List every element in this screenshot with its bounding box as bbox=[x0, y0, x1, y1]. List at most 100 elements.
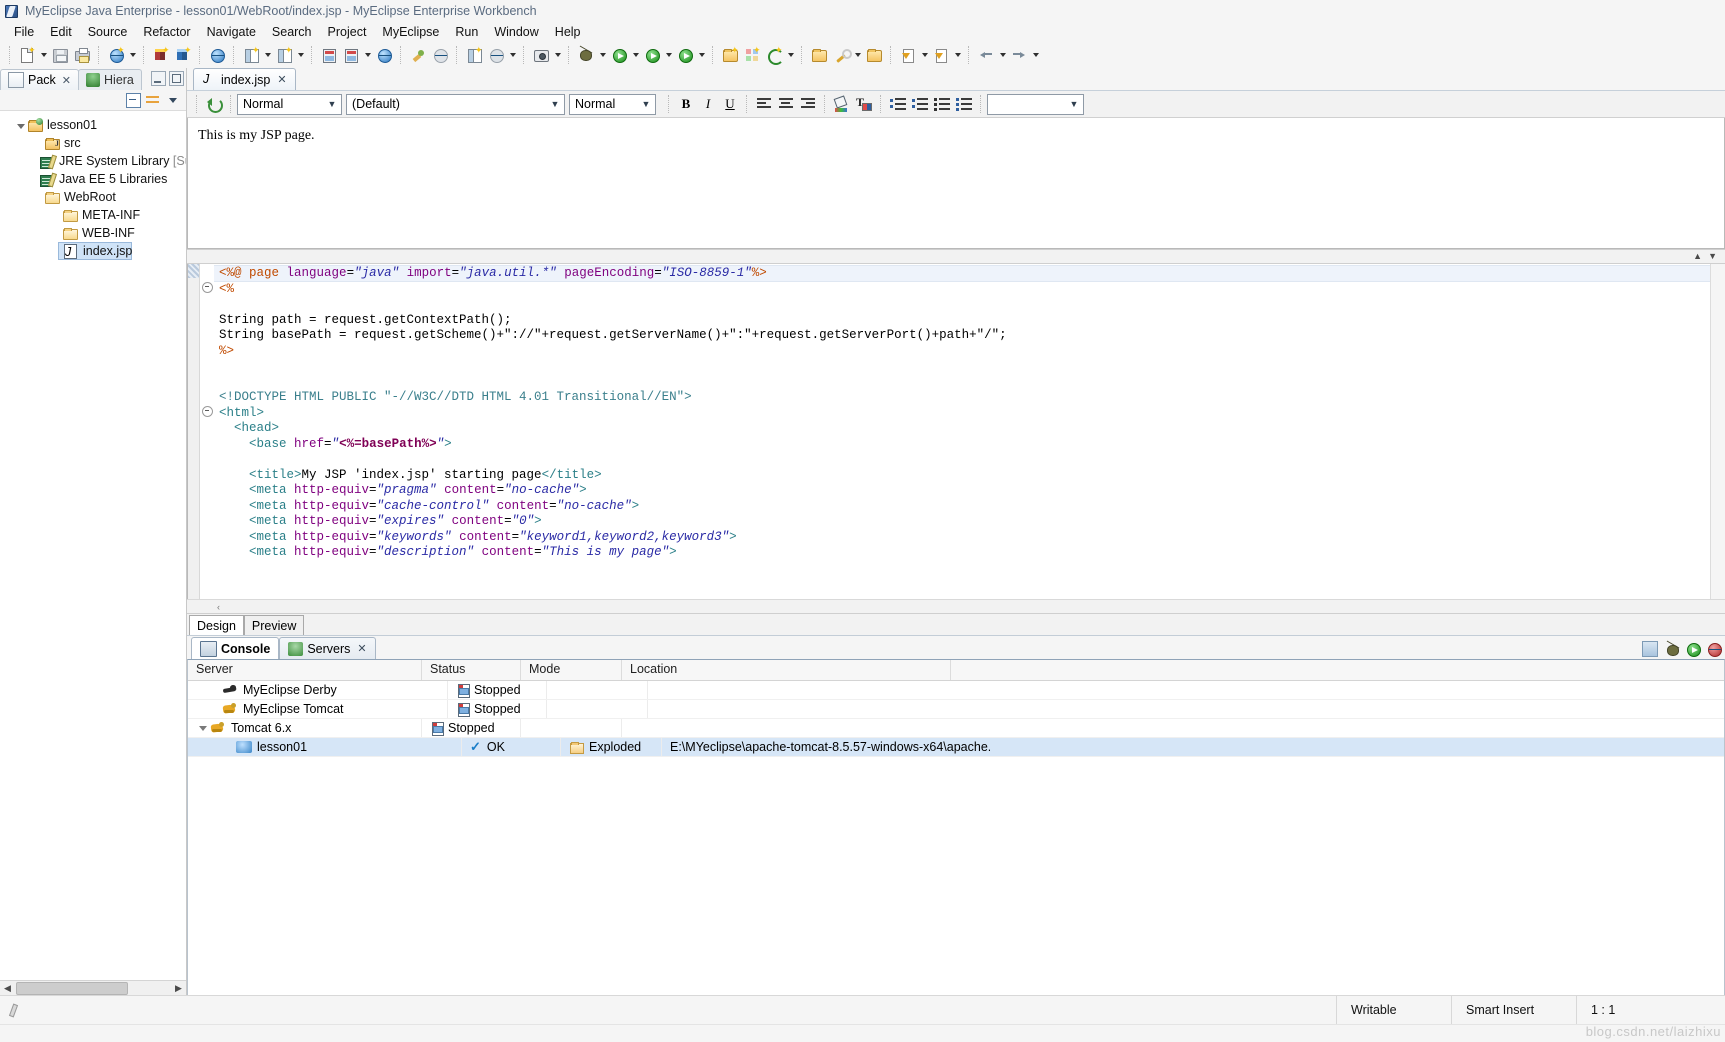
new-google-dropdown[interactable] bbox=[785, 44, 796, 66]
view-menu-button[interactable] bbox=[164, 92, 182, 109]
tab-hierarchy[interactable]: Hiera bbox=[78, 69, 142, 90]
menu-project[interactable]: Project bbox=[320, 24, 375, 40]
start-server-icon[interactable] bbox=[1686, 642, 1701, 657]
editor-splitter[interactable]: ▲ ▼ bbox=[187, 249, 1725, 264]
menu-search[interactable]: Search bbox=[264, 24, 320, 40]
column-header-server[interactable]: Server bbox=[188, 660, 422, 680]
source-horizontal-scrollbar[interactable]: ‹ bbox=[187, 599, 1725, 613]
open-type-button[interactable] bbox=[808, 44, 830, 66]
new-folder-button[interactable]: ✦ bbox=[719, 44, 741, 66]
tree-item-jre-system-library[interactable]: JRE System Library [Su bbox=[0, 152, 186, 170]
italic-button[interactable]: I bbox=[697, 94, 719, 114]
validate-button[interactable] bbox=[407, 44, 429, 66]
save-button[interactable] bbox=[49, 44, 71, 66]
bold-button[interactable]: B bbox=[675, 94, 697, 114]
snapshot-dropdown[interactable] bbox=[507, 44, 518, 66]
column-header-status[interactable]: Status bbox=[422, 660, 521, 680]
source-editor[interactable]: <%@ page language="java" import="java.ut… bbox=[187, 264, 1725, 599]
fold-toggle-icon[interactable] bbox=[202, 282, 213, 293]
column-header-location[interactable]: Location bbox=[622, 660, 951, 680]
tree-item-index-jsp[interactable]: J index.jsp bbox=[58, 242, 132, 260]
tab-console[interactable]: Console bbox=[191, 637, 280, 659]
align-left-button[interactable] bbox=[753, 94, 775, 114]
new-wizard-dropdown[interactable] bbox=[38, 44, 49, 66]
new-java-project-dropdown[interactable] bbox=[262, 44, 273, 66]
previous-annotation-button[interactable] bbox=[930, 44, 952, 66]
new-google-button[interactable]: ✦ bbox=[763, 44, 785, 66]
project-tree[interactable]: lesson01 J src JRE System Library [Su Ja… bbox=[0, 111, 186, 980]
font-family-combo[interactable]: (Default) ▼ bbox=[346, 93, 565, 115]
snapshot-button[interactable] bbox=[485, 44, 507, 66]
source-vertical-scrollbar[interactable] bbox=[1710, 264, 1725, 599]
screenshot-button[interactable] bbox=[530, 44, 552, 66]
new-web-project-button[interactable]: ✦ bbox=[273, 44, 295, 66]
menu-myeclipse[interactable]: MyEclipse bbox=[374, 24, 447, 40]
link-with-editor-button[interactable] bbox=[144, 92, 162, 109]
align-center-button[interactable] bbox=[775, 94, 797, 114]
scroll-thumb[interactable] bbox=[16, 982, 128, 995]
fold-toggle-icon[interactable] bbox=[202, 406, 213, 417]
back-dropdown[interactable] bbox=[997, 44, 1008, 66]
search-tool-dropdown[interactable] bbox=[852, 44, 863, 66]
extra-combo[interactable]: ▼ bbox=[987, 93, 1084, 115]
menu-edit[interactable]: Edit bbox=[42, 24, 80, 40]
menu-refactor[interactable]: Refactor bbox=[135, 24, 198, 40]
design-canvas[interactable]: This is my JSP page. bbox=[187, 118, 1725, 249]
server-deploy-button[interactable] bbox=[318, 44, 340, 66]
font-size-combo[interactable]: Normal ▼ bbox=[569, 93, 656, 115]
servers-table[interactable]: Server Status Mode Location MyEclipse De… bbox=[187, 659, 1725, 996]
table-row[interactable]: MyEclipse Derby Stopped bbox=[188, 681, 1724, 700]
forward-button[interactable] bbox=[1008, 44, 1030, 66]
indent-button[interactable] bbox=[909, 94, 931, 114]
previous-annotation-dropdown[interactable] bbox=[952, 44, 963, 66]
close-icon[interactable]: ✕ bbox=[62, 74, 71, 87]
tab-package-explorer[interactable]: Pack ✕ bbox=[0, 69, 80, 90]
deploy-dropdown[interactable] bbox=[127, 44, 138, 66]
column-header-mode[interactable]: Mode bbox=[521, 660, 622, 680]
tab-design[interactable]: Design bbox=[189, 615, 244, 635]
stop-server-icon[interactable] bbox=[1707, 642, 1722, 657]
screenshot-dropdown[interactable] bbox=[552, 44, 563, 66]
server-run-button[interactable] bbox=[340, 44, 362, 66]
open-browser-button[interactable] bbox=[373, 44, 395, 66]
new-web-project-dropdown[interactable] bbox=[295, 44, 306, 66]
menu-file[interactable]: File bbox=[6, 24, 42, 40]
ordered-list-button[interactable] bbox=[931, 94, 953, 114]
collapse-up-icon[interactable]: ▲ bbox=[1693, 251, 1702, 261]
menu-run[interactable]: Run bbox=[447, 24, 486, 40]
close-icon[interactable]: ✕ bbox=[277, 73, 286, 86]
expand-twisty-icon[interactable] bbox=[14, 119, 27, 132]
tree-item-src[interactable]: J src bbox=[0, 134, 186, 152]
editor-marker-bar[interactable] bbox=[188, 264, 200, 599]
tab-servers[interactable]: Servers ✕ bbox=[279, 637, 376, 659]
debug-button[interactable] bbox=[575, 44, 597, 66]
maximize-view-button[interactable] bbox=[169, 71, 184, 86]
refresh-project-button[interactable] bbox=[429, 44, 451, 66]
menu-window[interactable]: Window bbox=[486, 24, 546, 40]
run-configurations-button[interactable] bbox=[641, 44, 663, 66]
text-color-button[interactable] bbox=[853, 94, 875, 114]
menu-source[interactable]: Source bbox=[80, 24, 136, 40]
tab-preview[interactable]: Preview bbox=[243, 615, 305, 635]
minimize-view-button[interactable] bbox=[151, 71, 166, 86]
tree-item-java-ee-5-libraries[interactable]: Java EE 5 Libraries bbox=[0, 170, 186, 188]
run-button[interactable] bbox=[608, 44, 630, 66]
search-tool-button[interactable] bbox=[830, 44, 852, 66]
outdent-button[interactable] bbox=[887, 94, 909, 114]
report-designer-button[interactable]: ✦ bbox=[463, 44, 485, 66]
unordered-list-button[interactable] bbox=[953, 94, 975, 114]
print-button[interactable] bbox=[71, 44, 93, 66]
tree-item-meta-inf[interactable]: META-INF bbox=[0, 206, 186, 224]
next-annotation-dropdown[interactable] bbox=[919, 44, 930, 66]
external-tools-button[interactable] bbox=[674, 44, 696, 66]
tab-index-jsp[interactable]: J index.jsp ✕ bbox=[193, 68, 296, 90]
align-right-button[interactable] bbox=[797, 94, 819, 114]
new-java-project-button[interactable]: ✦ bbox=[240, 44, 262, 66]
menu-help[interactable]: Help bbox=[547, 24, 589, 40]
underline-button[interactable]: U bbox=[719, 94, 741, 114]
debug-dropdown[interactable] bbox=[597, 44, 608, 66]
table-row[interactable]: MyEclipse Tomcat Stopped bbox=[188, 700, 1724, 719]
fill-color-button[interactable] bbox=[831, 94, 853, 114]
collapse-down-icon[interactable]: ▼ bbox=[1708, 251, 1717, 261]
new-grid-button[interactable]: ✦ bbox=[741, 44, 763, 66]
